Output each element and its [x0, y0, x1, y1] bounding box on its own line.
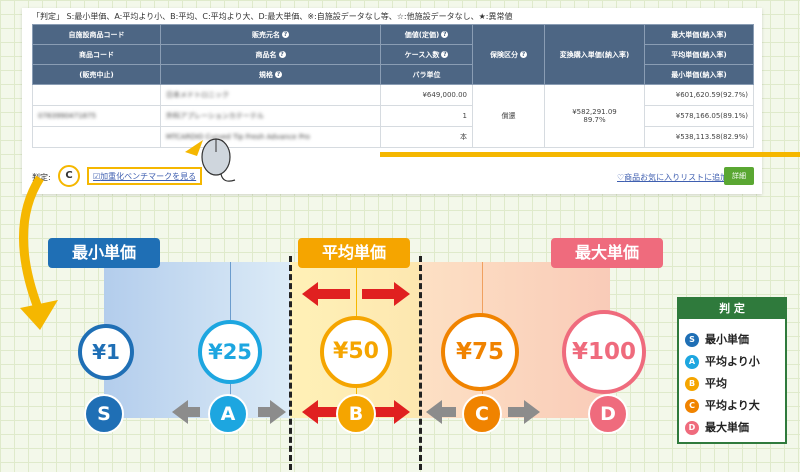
legend-item: S 最小単価 [685, 331, 749, 349]
grade-legend: 判 定 S 最小単価 A 平均より小 B 平均 C 平均より大 D 最大単価 [677, 297, 787, 444]
grade-dot-s: S [84, 394, 124, 434]
grade-dot-c: C [462, 394, 502, 434]
price-coin-s: ¥1 [78, 324, 134, 380]
price-coin-c: ¥75 [441, 313, 519, 391]
legend-title: 判 定 [679, 299, 785, 319]
legend-item: D 最大単価 [685, 419, 749, 437]
grade-dot-a: A [208, 394, 248, 434]
legend-item: A 平均より小 [685, 353, 760, 371]
price-coin-b: ¥50 [320, 316, 392, 388]
grade-dot-b: B [336, 394, 376, 434]
grade-dot-d: D [588, 394, 628, 434]
legend-item: B 平均 [685, 375, 727, 393]
price-coin-a: ¥25 [198, 320, 262, 384]
legend-item: C 平均より大 [685, 397, 760, 415]
price-coin-d: ¥100 [562, 310, 646, 394]
